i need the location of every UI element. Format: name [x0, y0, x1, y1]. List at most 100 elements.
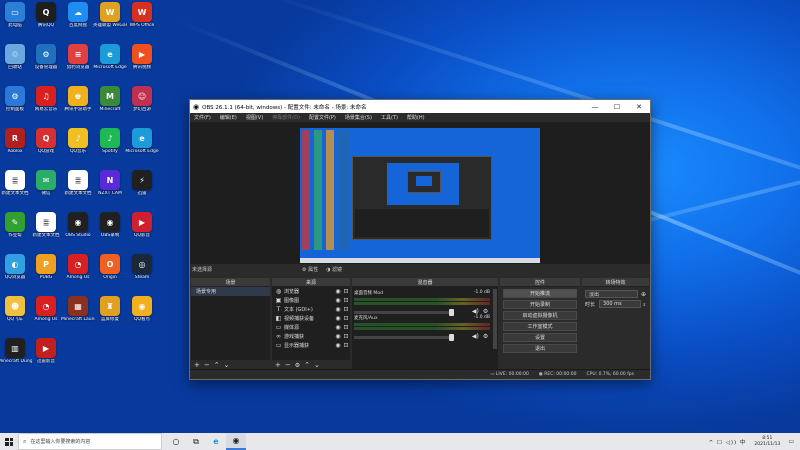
desktop-icon[interactable]: ◔ Among Us: [30, 296, 62, 334]
visibility-eye-icon[interactable]: ◉: [334, 324, 342, 331]
desktop-icon[interactable]: e Microsoft Edge: [125, 128, 159, 166]
move-up-icon[interactable]: ⌃: [214, 361, 220, 369]
desktop-icon[interactable]: ⚙ 设备管理器: [30, 44, 62, 82]
channel-settings-icon[interactable]: ⚙: [483, 333, 488, 340]
desktop-icon[interactable]: O Origin: [94, 254, 126, 292]
menu-scene-collection[interactable]: 场景集合(S): [345, 114, 372, 121]
lock-icon[interactable]: ⊡: [342, 306, 350, 313]
fader-knob[interactable]: [448, 333, 454, 341]
desktop-icon[interactable]: ☻ QQ飞车: [0, 296, 31, 334]
desktop-icon[interactable]: ♫ 网易云音乐: [30, 86, 62, 124]
start-streaming-button[interactable]: 开始推流: [503, 289, 577, 298]
desktop-icon[interactable]: W WPS Office: [126, 2, 158, 40]
desktop-icon[interactable]: ✉ 微信: [30, 170, 62, 208]
desktop-icon[interactable]: ◎ Steam: [126, 254, 158, 292]
visibility-eye-icon[interactable]: ◉: [334, 288, 342, 295]
desktop-icon[interactable]: ▶ QQ影音: [126, 212, 158, 250]
obs-window[interactable]: ◉ OBS 26.1.1 (64-bit, windows) - 配置文件: 未…: [189, 99, 651, 380]
visibility-eye-icon[interactable]: ◉: [334, 333, 342, 340]
transition-add-icon[interactable]: ⊕: [641, 291, 646, 298]
move-down-icon[interactable]: ⌄: [314, 361, 320, 369]
add-source-icon[interactable]: +: [275, 361, 281, 369]
desktop-icon[interactable]: ≣ 新建文本文档: [62, 170, 94, 208]
desktop-icon[interactable]: ◐ QQ浏览器: [0, 254, 31, 292]
speaker-icon[interactable]: ◀): [472, 333, 479, 340]
desktop-icon[interactable]: Q QQ游戏: [30, 128, 62, 166]
minimize-button[interactable]: —: [584, 103, 606, 111]
desktop-icon[interactable]: ☁ 百度网盘: [62, 2, 94, 40]
desktop-icon[interactable]: ◉ OBS录制: [94, 212, 126, 250]
menu-profile[interactable]: 配置文件(P): [309, 114, 336, 121]
desktop-icon[interactable]: W英雄联盟 WeGame: [93, 2, 127, 40]
channel-settings-icon[interactable]: ⚙: [483, 308, 488, 315]
lock-icon[interactable]: ⊡: [342, 342, 350, 349]
add-scene-icon[interactable]: +: [194, 361, 200, 369]
menu-view[interactable]: 视图(V): [246, 114, 263, 121]
start-recording-button[interactable]: 开始录制: [503, 300, 577, 309]
close-button[interactable]: ✕: [628, 103, 650, 111]
start-button[interactable]: [0, 433, 18, 450]
desktop-icon[interactable]: M Minecraft: [94, 86, 126, 124]
source-item[interactable]: ◍ 浏览器 ◉ ⊡: [272, 287, 350, 296]
duration-spinner-icon[interactable]: ⇕: [643, 302, 646, 307]
edge-taskbar-icon[interactable]: e: [206, 433, 226, 450]
desktop-icon[interactable]: ◔ Among Us: [62, 254, 94, 292]
menu-tools[interactable]: 工具(T): [381, 114, 398, 121]
desktop-icon[interactable]: N NZXT CAM: [94, 170, 126, 208]
duration-input[interactable]: 300 ms: [599, 300, 641, 308]
desktop-icon[interactable]: ⚡ 迅雷: [126, 170, 158, 208]
menu-docks[interactable]: 停靠部件(D): [272, 114, 300, 121]
menu-file[interactable]: 文件(F): [194, 114, 211, 121]
desktop-icon[interactable]: ⚙ 控制面板: [0, 86, 31, 124]
desktop-icon[interactable]: ♜ 蓝屏修复: [94, 296, 126, 334]
mixer-scrollbar[interactable]: [493, 289, 497, 349]
desktop-icon[interactable]: ▥Minecraft Dungeons: [0, 338, 32, 376]
source-settings-icon[interactable]: ⚙: [295, 362, 300, 369]
lock-icon[interactable]: ⊡: [342, 315, 350, 322]
move-down-icon[interactable]: ⌄: [224, 361, 230, 369]
maximize-button[interactable]: ☐: [606, 103, 628, 111]
desktop-icon[interactable]: ◉ QQ看点: [126, 296, 158, 334]
cortana-icon[interactable]: ○: [166, 433, 186, 450]
visibility-eye-icon[interactable]: ◉: [334, 306, 342, 313]
source-item[interactable]: ▭ 媒体源 ◉ ⊡: [272, 323, 350, 332]
lock-icon[interactable]: ⊡: [342, 288, 350, 295]
source-item[interactable]: ▣ 图像图 ◉ ⊡: [272, 296, 350, 305]
desktop-icon[interactable]: ≡ 猎豹浏览器: [62, 44, 94, 82]
desktop-icon[interactable]: ♚ 腾讯手游助手: [62, 86, 94, 124]
desktop-icon[interactable]: e Microsoft Edge: [93, 44, 127, 82]
lock-icon[interactable]: ⊡: [342, 333, 350, 340]
lock-icon[interactable]: ⊡: [342, 297, 350, 304]
speaker-icon[interactable]: ◀): [472, 308, 479, 315]
menu-help[interactable]: 帮助(H): [407, 114, 425, 121]
desktop-icon[interactable]: ▦Minecraft Launcher: [61, 296, 95, 334]
filters-button[interactable]: ◑ 滤镜: [326, 266, 342, 273]
start-virtual-camera-button[interactable]: 启动虚拟摄像机: [503, 311, 577, 320]
tray-icons[interactable]: ^ ☐ ◁)) 中: [709, 438, 747, 446]
desktop-icon[interactable]: ♪ QQ音乐: [62, 128, 94, 166]
exit-button[interactable]: 退出: [503, 344, 577, 353]
desktop-icon[interactable]: ☺ 梦幻西游: [126, 86, 158, 124]
desktop-icon[interactable]: ✎ 作业帮: [0, 212, 31, 250]
visibility-eye-icon[interactable]: ◉: [334, 297, 342, 304]
scene-item[interactable]: 场景专用: [191, 287, 270, 296]
obs-taskbar-icon[interactable]: ◉: [226, 433, 246, 450]
desktop-icon[interactable]: ≣ 新建文本文档: [30, 212, 62, 250]
settings-button[interactable]: 设置: [503, 333, 577, 342]
transition-select[interactable]: 淡出: [585, 290, 638, 298]
source-item[interactable]: ◧ 视频捕获设备 ◉ ⊡: [272, 314, 350, 323]
source-item[interactable]: T 文本 (GDI+) ◉ ⊡: [272, 305, 350, 314]
desktop-icon[interactable]: P PUBG: [30, 254, 62, 292]
desktop-icon[interactable]: ♪ Spotify: [94, 128, 126, 166]
source-item[interactable]: ∞ 游戏捕获 ◉ ⊡: [272, 332, 350, 341]
desktop-icon[interactable]: ▶ 迅雷影音: [30, 338, 62, 376]
desktop-icon[interactable]: ◉ OBS Studio: [62, 212, 94, 250]
notification-icon[interactable]: ▭: [788, 438, 794, 445]
properties-button[interactable]: ⚙ 属性: [302, 266, 318, 273]
scenes-list[interactable]: 场景专用: [191, 287, 270, 360]
desktop-icon[interactable]: ♲ 回收站: [0, 44, 31, 82]
preview-canvas[interactable]: [300, 128, 540, 263]
source-item[interactable]: ▭ 显示器捕获 ◉ ⊡: [272, 341, 350, 350]
desktop-icon[interactable]: ≣ 新建文本文档: [0, 170, 31, 208]
task-view-icon[interactable]: ⧉: [186, 433, 206, 450]
